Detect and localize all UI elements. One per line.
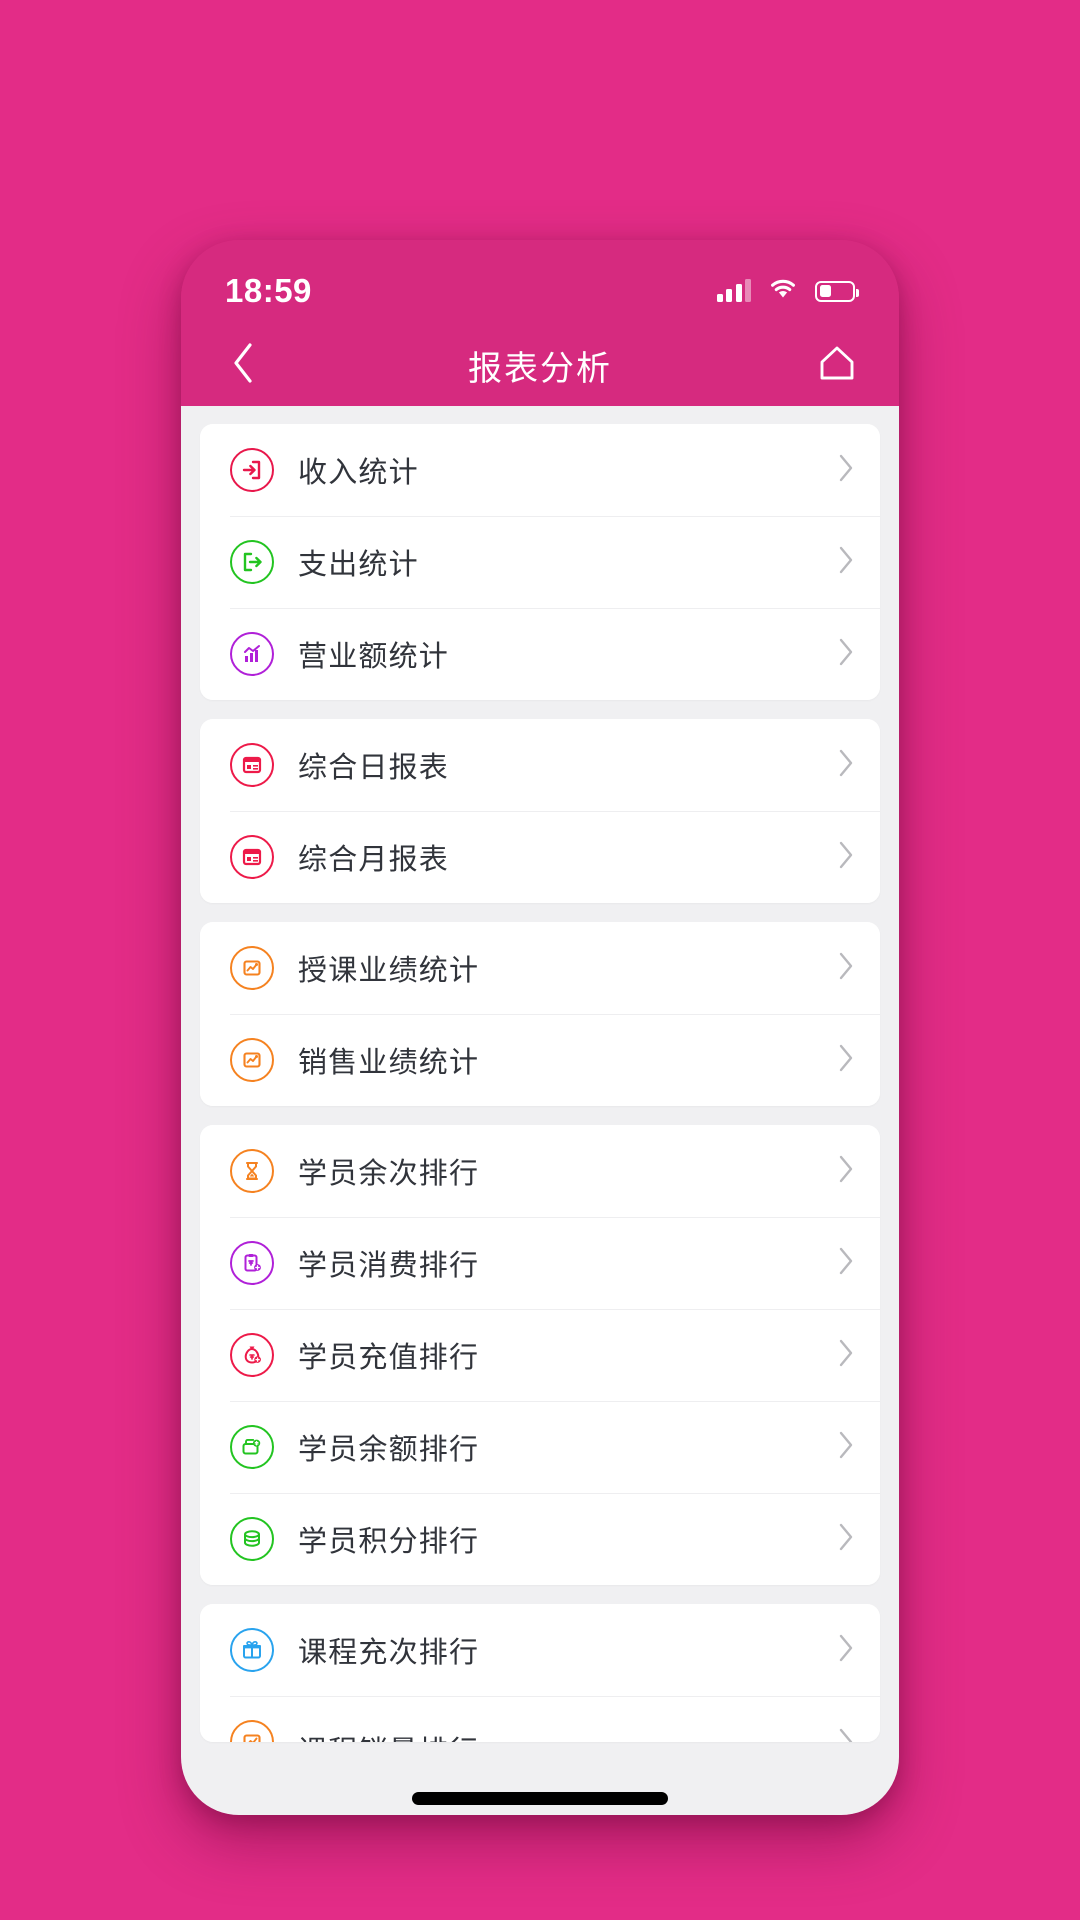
chevron-right-icon [838, 1247, 854, 1280]
points-coins-icon [230, 1517, 274, 1561]
chevron-right-icon [838, 1044, 854, 1077]
chevron-left-icon [231, 342, 255, 389]
nav-bar: 报表分析 [181, 324, 899, 406]
list-item-label: 课程销量排行 [298, 1728, 838, 1742]
list-item[interactable]: 学员消费排行 [200, 1217, 880, 1309]
list-item-label: 授课业绩统计 [298, 955, 480, 987]
chevron-right-icon [838, 952, 854, 985]
teaching-performance-icon [230, 946, 274, 990]
list-item-label: 学员消费排行 [298, 1250, 480, 1282]
chevron-right-icon [838, 749, 854, 782]
status-icons [716, 277, 859, 305]
list-item-label: 学员充值排行 [298, 1342, 480, 1374]
page-title: 报表分析 [468, 349, 612, 388]
gift-icon [230, 1628, 274, 1672]
chevron-right-icon [838, 1634, 854, 1667]
signal-bars-icon [716, 279, 751, 302]
hourglass-icon [230, 1149, 274, 1193]
chevron-right-icon [838, 638, 854, 671]
daily-report-icon [230, 743, 274, 787]
list-item-label: 学员余额排行 [298, 1434, 480, 1466]
list-item[interactable]: 课程销量排行 [200, 1696, 880, 1742]
list-item[interactable]: 综合月报表 [200, 811, 880, 903]
sales-performance-icon [230, 1038, 274, 1082]
report-list-scroll[interactable]: 收入统计 支出统计 营业额统计 综合日报表 综合月报表 授课业绩统计 销售业绩统… [181, 406, 899, 1815]
list-item[interactable]: 支出统计 [200, 516, 880, 608]
statistics-group: 收入统计 支出统计 营业额统计 [200, 424, 880, 700]
student-ranking-group: 学员余次排行 学员消费排行 学员充值排行 学员余额排行 学员积分排行 [200, 1125, 880, 1585]
income-login-arrow-icon [230, 448, 274, 492]
status-time: 18:59 [225, 272, 312, 309]
list-item[interactable]: 学员积分排行 [200, 1493, 880, 1585]
performance-group: 授课业绩统计 销售业绩统计 [200, 922, 880, 1106]
list-item[interactable]: 学员余额排行 [200, 1401, 880, 1493]
list-item-label: 学员余次排行 [298, 1158, 480, 1190]
list-item-label: 营业额统计 [298, 641, 450, 673]
chevron-right-icon [838, 1431, 854, 1464]
wifi-icon [768, 277, 798, 305]
list-item-label: 学员积分排行 [298, 1526, 480, 1558]
consumption-clipboard-icon [230, 1241, 274, 1285]
list-item-label: 综合日报表 [298, 752, 450, 784]
course-sales-icon [230, 1720, 274, 1742]
list-item[interactable]: 销售业绩统计 [200, 1014, 880, 1106]
reports-group: 综合日报表 综合月报表 [200, 719, 880, 903]
course-ranking-group: 课程充次排行 课程销量排行 [200, 1604, 880, 1742]
list-item-label: 课程充次排行 [298, 1637, 480, 1669]
list-item[interactable]: 收入统计 [200, 424, 880, 516]
chevron-right-icon [838, 1339, 854, 1372]
list-item[interactable]: 授课业绩统计 [200, 922, 880, 1014]
recharge-moneybag-icon [230, 1333, 274, 1377]
home-button[interactable] [809, 337, 865, 393]
chevron-right-icon [838, 1728, 854, 1742]
status-bar: 18:59 [181, 240, 899, 324]
list-item[interactable]: 学员余次排行 [200, 1125, 880, 1217]
battery-icon [815, 280, 859, 302]
list-item[interactable]: 课程充次排行 [200, 1604, 880, 1696]
chevron-right-icon [838, 1155, 854, 1188]
phone-frame: 18:59 报表分析 收入统计 支出统计 营业额统计 综合日报表 综合月报表 授… [181, 240, 899, 1815]
list-item-label: 支出统计 [298, 549, 419, 581]
list-item-label: 综合月报表 [298, 844, 450, 876]
balance-wallet-icon [230, 1425, 274, 1469]
revenue-chart-icon [230, 632, 274, 676]
expense-logout-arrow-icon [230, 540, 274, 584]
chevron-right-icon [838, 454, 854, 487]
list-item-label: 收入统计 [298, 457, 419, 489]
back-button[interactable] [215, 337, 271, 393]
home-indicator-bar[interactable] [412, 1792, 668, 1805]
chevron-right-icon [838, 841, 854, 874]
chevron-right-icon [838, 1523, 854, 1556]
list-item[interactable]: 综合日报表 [200, 719, 880, 811]
chevron-right-icon [838, 546, 854, 579]
home-icon [817, 344, 857, 387]
list-item[interactable]: 学员充值排行 [200, 1309, 880, 1401]
monthly-report-icon [230, 835, 274, 879]
list-item[interactable]: 营业额统计 [200, 608, 880, 700]
list-item-label: 销售业绩统计 [298, 1047, 480, 1079]
